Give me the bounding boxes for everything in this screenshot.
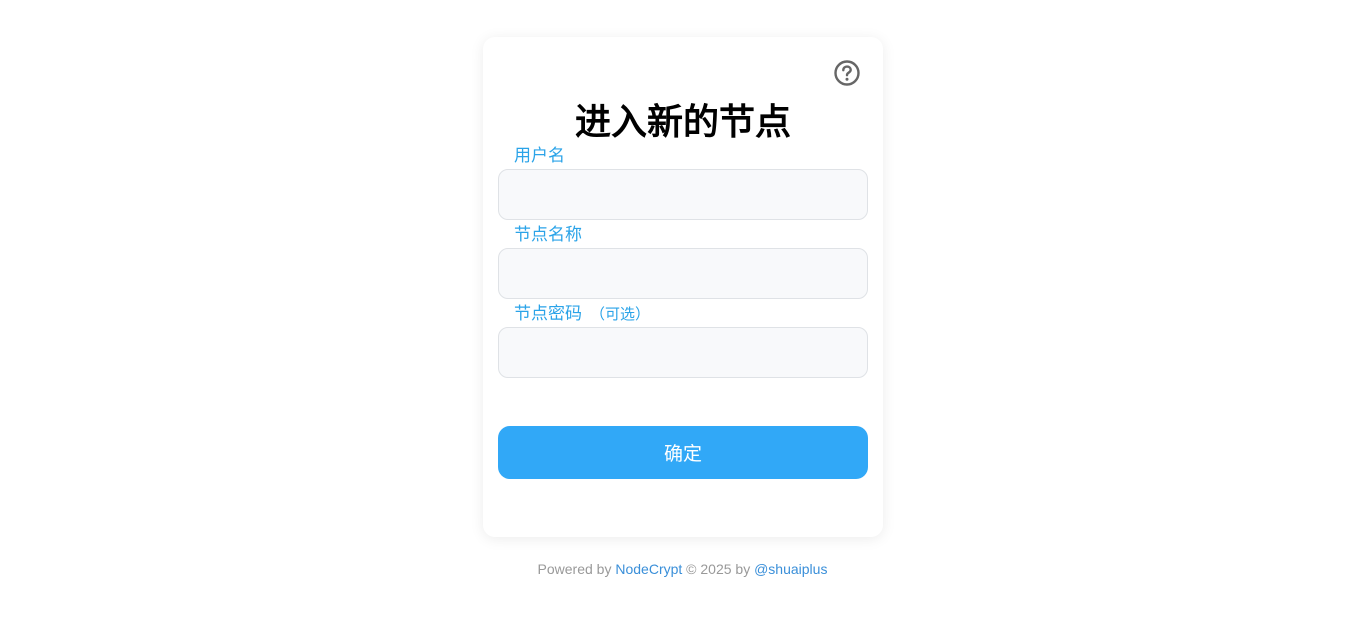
node-name-label-text: 节点名称 (514, 225, 582, 245)
node-password-input[interactable] (498, 327, 868, 378)
confirm-button[interactable]: 确定 (498, 426, 868, 479)
node-password-label: 节点密码 （可选） (514, 303, 650, 325)
help-button[interactable] (833, 59, 861, 87)
node-name-input[interactable] (498, 248, 868, 299)
question-circle-icon (834, 60, 860, 86)
node-password-label-text: 节点密码 (514, 304, 582, 324)
username-input[interactable] (498, 169, 868, 220)
login-card: 进入新的节点 用户名 节点名称 节点密码 （可选） 确定 (483, 37, 883, 537)
powered-by-text: Powered by (537, 561, 612, 577)
node-name-label: 节点名称 (514, 224, 582, 246)
nodecrypt-link[interactable]: NodeCrypt (615, 561, 682, 577)
author-link[interactable]: @shuaiplus (754, 561, 827, 577)
username-label: 用户名 (514, 145, 565, 167)
copyright-text: © 2025 by (686, 561, 751, 577)
username-label-text: 用户名 (514, 146, 565, 166)
footer: Powered by NodeCrypt © 2025 by @shuaiplu… (0, 560, 1365, 578)
optional-hint: （可选） (590, 305, 651, 323)
page-title: 进入新的节点 (574, 102, 791, 143)
